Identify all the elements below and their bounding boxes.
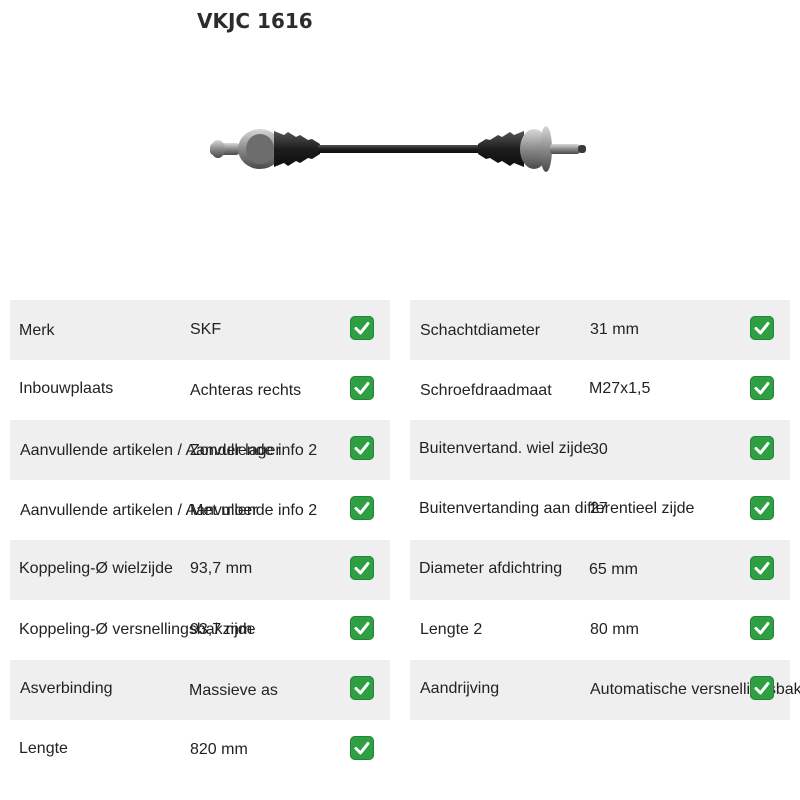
check-mark-icon <box>350 376 374 400</box>
spec-value: 27 <box>590 500 608 517</box>
spec-label: Lengte 2 <box>420 621 483 638</box>
spec-row: Asverbinding Massieve as <box>10 660 390 720</box>
spec-value: 80 mm <box>590 621 639 638</box>
check-mark-icon <box>350 616 374 640</box>
spec-row: Schachtdiameter 31 mm <box>410 300 790 360</box>
spec-row: Schroefdraadmaat M27x1,5 <box>410 360 790 420</box>
drive-shaft-image <box>210 126 586 172</box>
spec-value: Met moer <box>190 502 258 519</box>
spec-label: Koppeling-Ø wielzijde <box>19 560 173 577</box>
spec-table-right: Schachtdiameter 31 mm Schroefdraadmaat M27x… <box>410 300 800 720</box>
check-mark-icon <box>750 676 774 700</box>
spec-label: Buitenvertand. wiel zijde <box>419 440 592 457</box>
spec-row: Diameter afdichtring 65 mm <box>410 540 790 600</box>
check-mark-icon <box>750 496 774 520</box>
check-mark-icon <box>350 676 374 700</box>
check-mark-icon <box>350 496 374 520</box>
spec-label: Schroefdraadmaat <box>420 382 552 399</box>
spec-value: 31 mm <box>590 321 639 338</box>
check-mark-icon <box>750 436 774 460</box>
spec-value: 65 mm <box>589 561 638 578</box>
spec-row: Koppeling-Ø versnellingsbakzijde 93,7 mm <box>10 600 390 660</box>
product-title: VKJC 1616 <box>197 9 313 33</box>
spec-row: Aanvullende artikelen / Aanvullende info… <box>10 480 390 540</box>
spec-label: Asverbinding <box>20 680 113 697</box>
check-mark-icon <box>750 376 774 400</box>
spec-label: Schachtdiameter <box>420 322 541 339</box>
spec-value: Achteras rechts <box>190 382 302 399</box>
spec-row: Lengte 820 mm <box>10 720 390 780</box>
check-mark-icon <box>750 616 774 640</box>
spec-value: SKF <box>190 321 222 338</box>
spec-row: Koppeling-Ø wielzijde 93,7 mm <box>10 540 390 600</box>
spec-row: Lengte 2 80 mm <box>410 600 790 660</box>
check-mark-icon <box>350 556 374 580</box>
spec-value: 30 <box>590 441 608 458</box>
spec-row: Aanvullende artikelen / Aanvullende info… <box>10 420 390 480</box>
spec-value: 820 mm <box>190 741 248 758</box>
check-mark-icon <box>350 736 374 760</box>
spec-label: Merk <box>19 322 55 339</box>
spec-label: Aandrijving <box>420 680 500 697</box>
spec-label: Diameter afdichtring <box>419 560 563 577</box>
check-mark-icon <box>350 316 374 340</box>
spec-row: Aandrijving Automatische versnellingsbak <box>410 660 800 720</box>
check-mark-icon <box>350 436 374 460</box>
spec-value: Massieve as <box>189 682 278 699</box>
check-mark-icon <box>750 316 774 340</box>
spec-label: Aanvullende artikelen / Aanvullende info… <box>20 502 318 519</box>
spec-row: Buitenvertanding aan differentieel zijde… <box>410 480 790 540</box>
spec-value: M27x1,5 <box>589 380 651 397</box>
spec-label: Inbouwplaats <box>19 380 114 397</box>
spec-value: 93,7 mm <box>190 560 253 577</box>
spec-value: 93,7 mm <box>190 621 253 638</box>
spec-label: Buitenvertanding aan differentieel zijde <box>419 500 695 517</box>
spec-row: Buitenvertand. wiel zijde 30 <box>410 420 790 480</box>
spec-label: Lengte <box>19 740 68 757</box>
spec-table-left: Merk SKF Inbouwplaats Achteras rechts Aanvul… <box>10 300 390 780</box>
check-mark-icon <box>750 556 774 580</box>
spec-row: Merk SKF <box>10 300 390 360</box>
spec-row: Inbouwplaats Achteras rechts <box>10 360 390 420</box>
spec-value: Zonder lager <box>190 442 281 459</box>
